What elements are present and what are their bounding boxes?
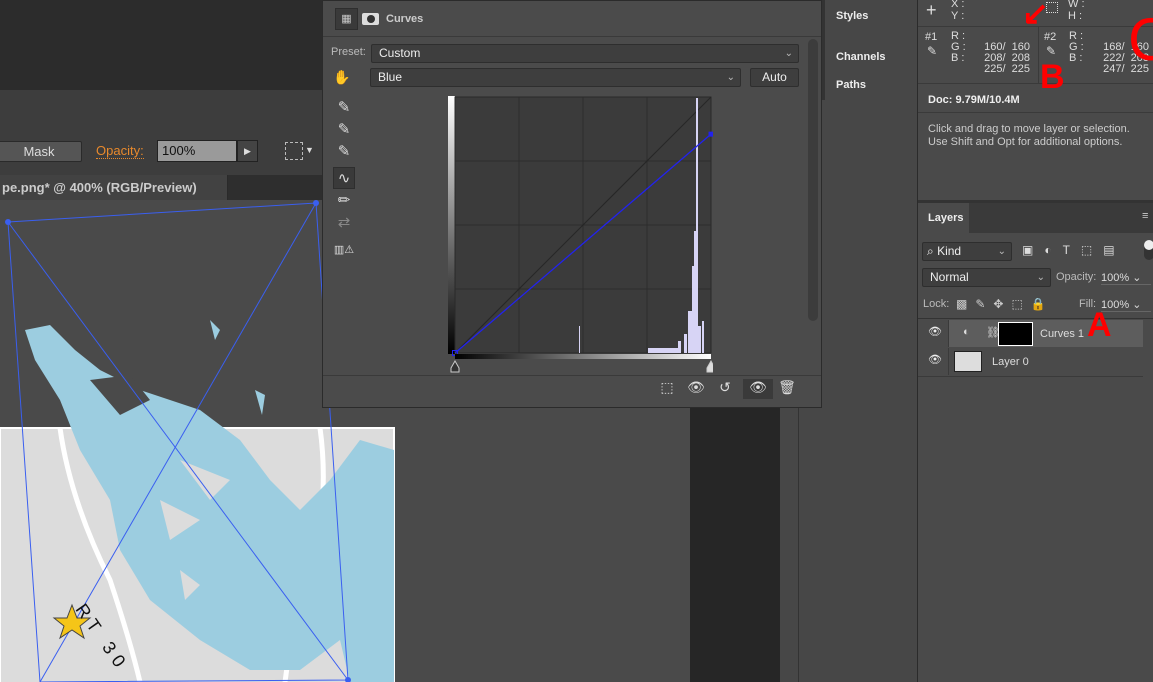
chevron-down-icon[interactable]: ▼ — [305, 145, 314, 155]
panel-scrollbar[interactable] — [808, 39, 818, 321]
on-image-adjust-icon[interactable]: ✋ — [333, 69, 350, 86]
chevron-down-icon: ⌄ — [784, 48, 793, 59]
eye-icon[interactable]: 👁 — [928, 353, 942, 366]
w-label: W : — [1068, 0, 1085, 10]
hint-line-2: Use Shift and Opt for additional options… — [928, 136, 1123, 148]
gray-point-eyedropper-icon[interactable]: ✎ — [333, 119, 355, 141]
panel-footer: ⬚ 👁 ↺ 👁 🗑 — [323, 375, 821, 401]
paths-tab[interactable]: Paths — [836, 79, 866, 91]
tab-layers[interactable]: Layers — [918, 203, 969, 233]
opacity-label[interactable]: Opacity: — [96, 143, 144, 159]
channel-value: Blue — [378, 70, 403, 84]
curve-point-tool-icon[interactable]: ∿ — [333, 167, 355, 189]
annotation-a: A — [1087, 306, 1112, 344]
b-label: B : — [951, 52, 965, 64]
layer-opacity-input[interactable]: 100% ⌄ — [1101, 271, 1151, 285]
pencil-icon[interactable]: ✏ — [333, 190, 355, 212]
doc-size: Doc: 9.79M/10.4M — [928, 94, 1020, 106]
chevron-down-icon: ⌄ — [1036, 272, 1045, 283]
options-bar — [0, 90, 322, 175]
trash-icon[interactable]: 🗑 — [775, 379, 799, 399]
curve-point[interactable] — [708, 131, 714, 137]
blend-mode-select[interactable]: Normal ⌄ — [922, 268, 1051, 287]
visibility-icon[interactable]: 👁 — [743, 379, 773, 399]
y-label: Y : — [951, 10, 965, 22]
filter-toggle[interactable] — [1144, 240, 1153, 260]
annotation-c: C — [1128, 6, 1153, 73]
opacity-slider-arrow[interactable]: ▶ — [237, 140, 258, 162]
preset-label: Preset: — [331, 46, 366, 58]
layer-thumbnail — [954, 351, 982, 372]
layer-name[interactable]: Layer 0 — [992, 356, 1029, 368]
clip-to-layer-icon[interactable]: ⬚ — [655, 379, 679, 399]
sampler2-id: #2 — [1044, 31, 1057, 43]
eyedropper-icon: ✎ — [927, 44, 938, 58]
layer-filter-icons[interactable]: ▣◐T⬚▤ — [1022, 243, 1126, 257]
divider — [918, 83, 1153, 84]
crosshair-icon: + — [926, 0, 937, 20]
channels-tab[interactable]: Channels — [836, 51, 886, 63]
annotation-b: B — [1040, 58, 1065, 96]
lock-label: Lock: — [923, 298, 950, 310]
chevron-down-icon: ⌄ — [997, 246, 1006, 257]
layer-mask-thumbnail[interactable] — [998, 322, 1033, 346]
curves-icon[interactable]: ▦ — [335, 8, 358, 30]
panel-title: Curves — [386, 13, 424, 25]
black-slider-handle[interactable] — [450, 359, 460, 373]
curves-properties-panel: ▦ Curves Preset: Custom ⌄ ✋ Blue ⌄ Auto ✎ … — [322, 0, 822, 408]
reset-icon[interactable]: ↺ — [713, 379, 737, 399]
top-dark-area — [0, 0, 322, 90]
panel-strip — [780, 408, 798, 682]
auto-button[interactable]: Auto — [750, 68, 799, 87]
channel-select[interactable]: Blue ⌄ — [370, 68, 741, 87]
divider — [1038, 26, 1039, 83]
white-slider-handle[interactable] — [706, 359, 713, 373]
panel-header: ▦ Curves — [323, 1, 821, 37]
clipping-warning-icon[interactable]: ▥⚠ — [333, 239, 355, 261]
x-label: X : — [951, 0, 965, 10]
lock-icons[interactable]: ▩✎✥⬚🔒 — [956, 297, 1054, 311]
sampler1-id: #1 — [925, 31, 938, 43]
h-label: H : — [1068, 10, 1083, 22]
preset-value: Custom — [379, 46, 421, 60]
eye-icon[interactable]: 👁 — [928, 325, 942, 338]
eyedropper-icon: ✎ — [1046, 44, 1057, 58]
dark-column — [690, 408, 780, 682]
blend-mode-value: Normal — [930, 270, 969, 284]
right-panel: + X : Y : W : H : #1 ✎ R :G :B : 160/ 16… — [917, 0, 1153, 682]
preset-select[interactable]: Custom ⌄ — [371, 44, 799, 63]
white-point-eyedropper-icon[interactable]: ✎ — [333, 141, 355, 163]
sampler1-b: 225/ 225 — [984, 63, 1030, 75]
styles-tab[interactable]: Styles — [836, 10, 868, 22]
hint-line-1: Click and drag to move layer or selectio… — [928, 123, 1130, 135]
adjustment-icon: ◐ — [963, 326, 970, 338]
view-previous-state-icon[interactable]: 👁 — [684, 379, 708, 399]
black-point-eyedropper-icon[interactable]: ✎ — [333, 97, 355, 119]
transform-icon[interactable] — [285, 142, 303, 160]
annotation-arrow: ↙ — [1022, 0, 1049, 31]
layer-row[interactable]: 👁 Layer 0 — [918, 348, 1153, 375]
opacity-input[interactable]: 100% — [157, 140, 237, 162]
divider — [822, 0, 825, 100]
filter-value: Kind — [937, 244, 962, 258]
document-tab[interactable]: pe.png* @ 400% (RGB/Preview) — [0, 175, 228, 200]
tab-bar — [228, 175, 322, 200]
layer-name[interactable]: Curves 1 — [1040, 328, 1084, 340]
mask-icon[interactable] — [362, 13, 379, 25]
smooth-icon[interactable]: ⇄ — [333, 212, 355, 234]
curves-graph[interactable] — [448, 96, 713, 376]
panel-menu-icon[interactable]: ≡ — [1142, 210, 1148, 222]
mask-button[interactable]: Mask — [0, 141, 82, 162]
chevron-down-icon: ⌄ — [726, 72, 735, 83]
divider — [918, 112, 1153, 113]
auto-label: Auto — [762, 70, 787, 84]
output-gradient — [448, 96, 455, 354]
input-gradient — [455, 354, 711, 359]
layer-opacity-label: Opacity: — [1056, 271, 1097, 283]
layer-row[interactable]: 👁 ◐ ⛓ Curves 1 — [918, 320, 1153, 347]
b-label: B : — [1069, 52, 1083, 64]
filter-kind-select[interactable]: ⌕ Kind ⌄ — [922, 242, 1012, 261]
